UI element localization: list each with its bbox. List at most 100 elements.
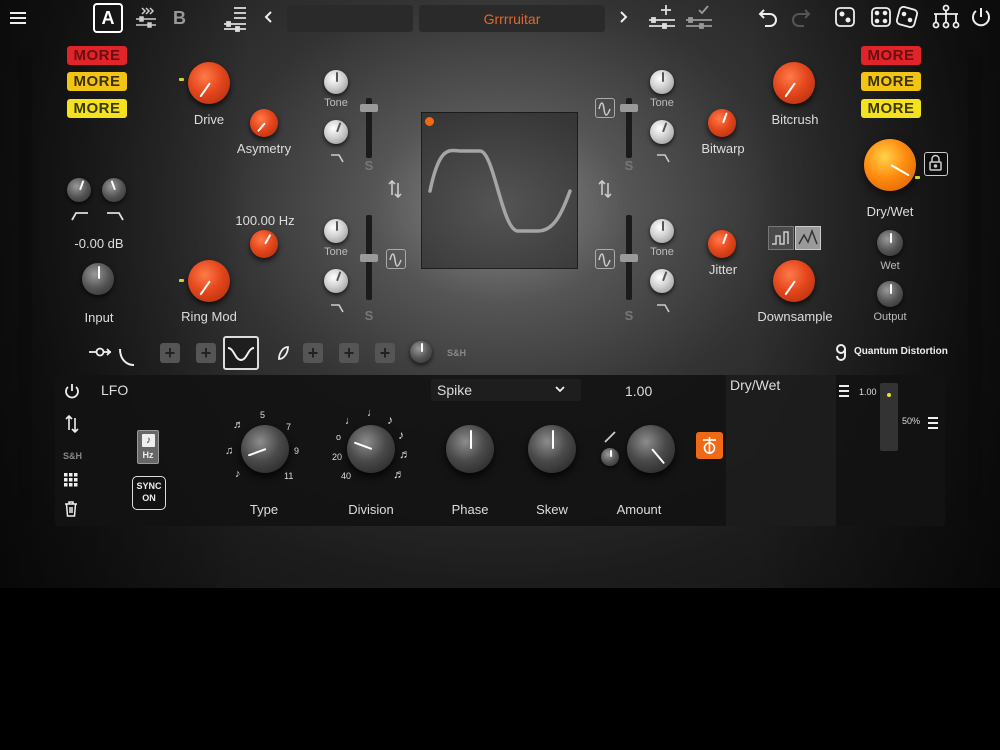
- dice-icon[interactable]: [833, 5, 857, 29]
- highcut-knob[interactable]: [102, 178, 126, 202]
- preset-b-button[interactable]: B: [173, 8, 186, 29]
- amount-polarity-icon[interactable]: [603, 430, 617, 449]
- input-knob[interactable]: [82, 263, 114, 295]
- more-button-lightyellow-left[interactable]: MORE: [67, 99, 127, 118]
- swap-icon-left[interactable]: [388, 179, 402, 203]
- more-button-red-left[interactable]: MORE: [67, 46, 127, 65]
- tone-filter-knob-left-lower[interactable]: [324, 269, 348, 293]
- grid-icon[interactable]: [64, 473, 78, 492]
- amount-knob[interactable]: [627, 425, 675, 473]
- downsample-knob[interactable]: [773, 260, 815, 302]
- stepped-mode-button[interactable]: [768, 226, 794, 250]
- tone-filter-knob-right-lower[interactable]: [650, 269, 674, 293]
- feather-mod-icon[interactable]: [276, 345, 290, 366]
- lfo-meter[interactable]: [880, 383, 898, 451]
- envelope-curve-icon[interactable]: [118, 347, 136, 372]
- multi-dice-icon[interactable]: [868, 5, 924, 29]
- next-preset-icon[interactable]: [616, 9, 630, 25]
- skew-label: Skew: [536, 502, 568, 517]
- lfo-shape-dropdown[interactable]: Spike: [431, 379, 581, 401]
- slider-thumb-left-lower[interactable]: [360, 254, 378, 262]
- skew-knob[interactable]: [528, 425, 576, 473]
- preset-a-button[interactable]: A: [93, 3, 123, 33]
- meter-menu-icon-right[interactable]: [928, 416, 938, 434]
- hz-mode-button[interactable]: ♪ Hz: [137, 430, 159, 464]
- swap-icon-right[interactable]: [598, 179, 612, 203]
- lfo-title: LFO: [101, 382, 129, 398]
- lfo-sh-label[interactable]: S&H: [63, 451, 82, 461]
- bitwarp-knob[interactable]: [708, 109, 736, 137]
- lowcut-knob[interactable]: [67, 178, 91, 202]
- preset-category-field[interactable]: [287, 5, 413, 32]
- wet-knob[interactable]: [877, 230, 903, 256]
- undo-icon[interactable]: [756, 6, 780, 28]
- add-mod-slot-2[interactable]: +: [196, 343, 216, 363]
- right-rail: [968, 55, 982, 520]
- brand-name: Quantum Distortion: [854, 346, 948, 357]
- slider-thumb-left-upper[interactable]: [360, 104, 378, 112]
- sync-button[interactable]: SYNC ON: [132, 476, 166, 510]
- lfo-slot-active[interactable]: [223, 336, 259, 370]
- tone-knob-right-upper[interactable]: [650, 70, 674, 94]
- amount-label: Amount: [616, 502, 662, 517]
- hamburger-icon[interactable]: [8, 8, 28, 28]
- tone-knob-left-lower[interactable]: [324, 219, 348, 243]
- division-knob[interactable]: [347, 425, 395, 473]
- more-button-yellow-right[interactable]: MORE: [861, 72, 921, 91]
- more-button-lightyellow-right[interactable]: MORE: [861, 99, 921, 118]
- amount-fine-knob[interactable]: [601, 448, 619, 466]
- sine-wave-button-right-lower[interactable]: [595, 249, 615, 269]
- redo-icon[interactable]: [789, 6, 813, 28]
- previous-preset-icon[interactable]: [262, 9, 276, 25]
- ringmod-knob[interactable]: [188, 260, 230, 302]
- asymetry-label: Asymetry: [236, 141, 292, 156]
- meter-menu-icon-left[interactable]: [839, 384, 849, 402]
- power-icon[interactable]: [969, 5, 993, 29]
- mod-source-icon[interactable]: [88, 345, 112, 364]
- copy-a-to-b-icon[interactable]: [133, 5, 159, 29]
- ringmod-frequency-readout: 100.00 Hz: [235, 213, 295, 228]
- jitter-label: Jitter: [708, 262, 738, 277]
- s-label-right-upper: S: [624, 158, 634, 173]
- drive-knob[interactable]: [188, 62, 230, 104]
- more-button-red-right[interactable]: MORE: [861, 46, 921, 65]
- slider-thumb-right-lower[interactable]: [620, 254, 638, 262]
- mod-macro-knob[interactable]: [410, 341, 432, 363]
- preset-name-field[interactable]: Grrrruitar: [419, 5, 605, 32]
- bitcrush-knob[interactable]: [773, 62, 815, 104]
- lock-button[interactable]: [924, 152, 948, 176]
- lowpass-icon: [106, 208, 124, 226]
- ringmod-frequency-knob[interactable]: [250, 230, 278, 258]
- output-label: Output: [873, 311, 907, 323]
- preset-list-icon[interactable]: [222, 4, 248, 32]
- routing-icon[interactable]: [931, 4, 961, 30]
- slider-thumb-right-upper[interactable]: [620, 104, 638, 112]
- mod-target-button[interactable]: [696, 432, 723, 459]
- smooth-mode-button[interactable]: [795, 226, 821, 250]
- output-knob[interactable]: [877, 281, 903, 307]
- trash-icon[interactable]: [64, 501, 78, 522]
- add-preset-icon[interactable]: [647, 3, 677, 31]
- brand-logo-icon: [834, 343, 848, 366]
- add-mod-slot-5[interactable]: +: [375, 343, 395, 363]
- sixteenth-note-icon-2: ♬: [393, 467, 405, 481]
- sine-wave-button-left[interactable]: [386, 249, 406, 269]
- add-mod-slot-1[interactable]: +: [160, 343, 180, 363]
- drywet-knob[interactable]: [864, 139, 916, 191]
- tone-filter-knob-left-upper[interactable]: [324, 120, 348, 144]
- phase-knob[interactable]: [446, 425, 494, 473]
- division-label: Division: [348, 502, 394, 517]
- tone-knob-left-upper[interactable]: [324, 70, 348, 94]
- tone-knob-right-lower[interactable]: [650, 219, 674, 243]
- type-knob[interactable]: [241, 425, 289, 473]
- more-button-yellow-left[interactable]: MORE: [67, 72, 127, 91]
- asymetry-knob[interactable]: [250, 109, 278, 137]
- add-mod-slot-3[interactable]: +: [303, 343, 323, 363]
- tone-filter-knob-right-upper[interactable]: [650, 120, 674, 144]
- save-preset-icon[interactable]: [684, 3, 714, 31]
- sine-wave-button-right-upper[interactable]: [595, 98, 615, 118]
- lfo-power-icon[interactable]: [64, 383, 80, 404]
- add-mod-slot-4[interactable]: +: [339, 343, 359, 363]
- lfo-swap-icon[interactable]: [65, 414, 79, 438]
- jitter-knob[interactable]: [708, 230, 736, 258]
